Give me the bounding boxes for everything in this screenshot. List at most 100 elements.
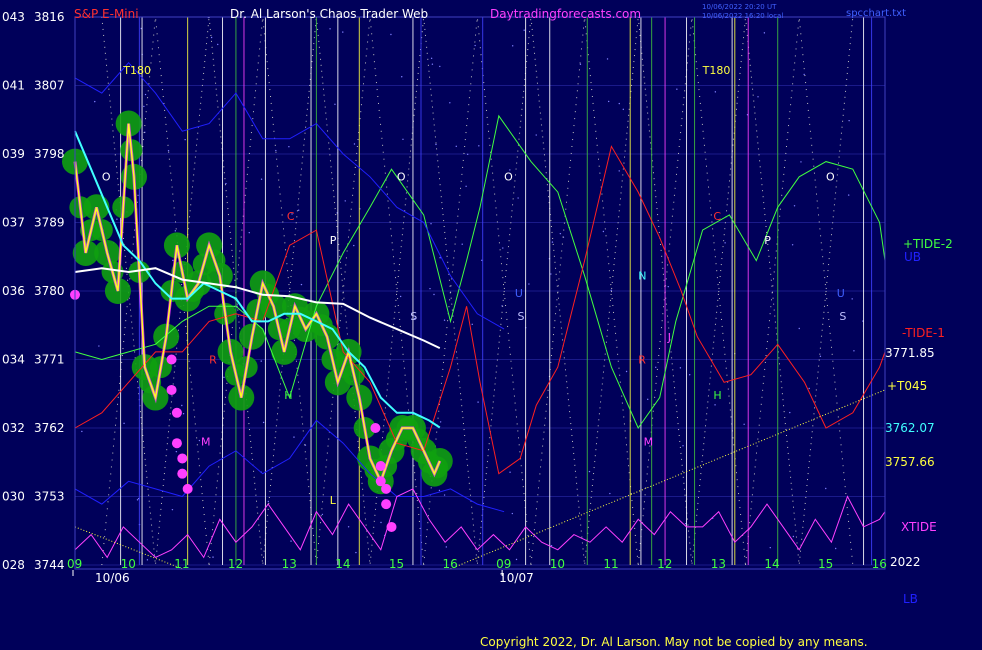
marker-U: U [515,287,523,300]
y-tick-left: 039 [2,147,25,161]
marker-P: P [764,234,771,247]
background-dot [602,230,605,233]
marker-H: H [284,389,292,402]
yellow-value: 3757.66 [885,455,935,469]
background-dot [198,439,201,442]
background-dot [511,512,514,515]
background-dot [81,430,83,433]
marker-O: O [397,171,406,184]
background-dot [528,283,530,285]
marker-J: J [667,331,671,344]
y-tick-right: 3780 [34,284,65,298]
background-dot [297,209,300,211]
lb-label: LB [903,592,918,606]
pink-dot [166,384,177,395]
pink-dot [182,483,193,494]
pink-dot [386,521,397,532]
x-tick-label: 12 [657,557,672,571]
background-dot [210,36,213,39]
background-dot [136,499,139,501]
pink-dot [375,461,386,472]
background-dot [353,244,355,247]
background-dot [290,540,292,542]
chaos-chart: T180 T180O O O OC CP PS S SU UNJH HR RM ML S&P E-Min… [2,3,953,649]
background-dot [800,161,802,163]
background-dot [300,283,303,286]
background-dot [618,170,620,172]
background-dot [435,143,437,146]
background-dot [329,28,331,30]
background-dot [116,218,118,220]
background-dot [353,143,356,145]
background-dot [146,559,149,561]
marker-R: R [209,353,217,366]
y-tick-right: 3744 [34,558,65,572]
y-tick-right: 3816 [34,10,65,24]
background-dot [682,445,684,447]
background-dot [98,345,100,347]
background-dot [461,243,463,245]
marker-N: N [638,270,646,283]
background-dot [622,108,624,111]
background-dot [390,33,392,36]
background-dot [334,103,336,105]
pink-dot [177,453,188,464]
y-tick-left: 028 [2,558,25,572]
marker-T180: T180 [122,64,151,77]
series-line-4 [74,488,886,559]
date-label: 10/07 [499,571,534,585]
marker-O: O [826,171,835,184]
background-dot [647,398,649,401]
timestamp-local: 10/06/2022 16:20 local [702,12,783,20]
background-dot [275,149,277,152]
background-dot [455,145,457,148]
background-dot [449,102,451,104]
background-dot [791,244,794,246]
background-dot [466,153,469,156]
x-tick-label: 11 [174,557,189,571]
y-tick-left: 043 [2,10,25,24]
pink-dot [370,423,381,433]
background-dot [618,102,620,105]
background-dot [511,45,514,47]
x-tick-label: 13 [711,557,726,571]
background-dot [724,242,726,244]
y-tick-left: 030 [2,490,25,504]
background-dot [401,76,403,78]
xtide-label: XTIDE [901,520,937,534]
pink-dot [381,499,392,510]
background-dot [848,119,850,122]
marker-S: S [839,310,846,323]
background-dot [430,223,432,225]
background-dot [625,370,628,373]
y-tick-right: 3771 [34,353,65,367]
background-dot [260,360,262,362]
marker-C: C [713,210,721,223]
background-dot [123,422,125,425]
background-dot [474,44,476,47]
background-dot [438,489,441,492]
background-dot [853,350,855,352]
series-line-8 [450,389,886,570]
pink-dot [381,483,392,494]
background-dot [267,500,270,503]
background-dot [757,96,759,98]
copyright-text: Copyright 2022, Dr. Al Larson. May not b… [480,635,868,649]
background-dot [380,521,382,524]
background-dot [808,387,810,390]
x-tick-label: 14 [764,557,779,571]
background-dot [94,100,96,103]
background-dot [743,423,745,425]
site-label: Daytradingforecasts.com [490,7,641,21]
x-tick-label: 14 [335,557,350,571]
x-tick-label: 16 [872,557,887,571]
tide1-label: -TIDE-1 [902,326,945,340]
x-tick-label: 09 [67,557,82,571]
tide2-label: +TIDE-2 [903,237,953,251]
background-dot [819,355,822,358]
background-dot [714,404,716,406]
background-dot [550,273,552,275]
background-dot [439,65,441,68]
background-dot [344,200,346,202]
x-tick-label: 15 [389,557,404,571]
